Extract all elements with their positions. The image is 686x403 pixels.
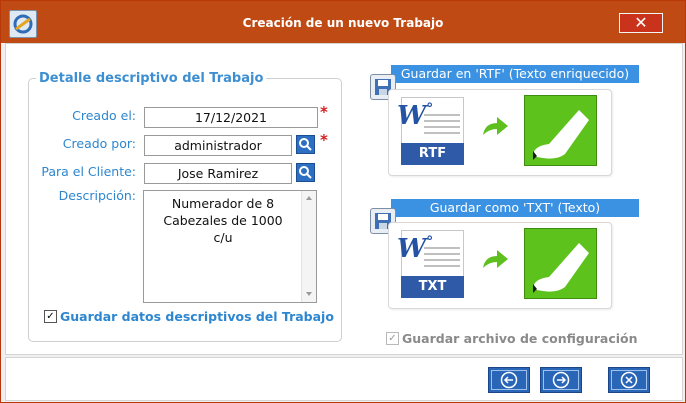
save-config-label: Guardar archivo de configuración xyxy=(402,331,638,346)
description-textarea[interactable]: Numerador de 8 Cabezales de 1000 c/u xyxy=(143,190,317,303)
save-details-checkbox[interactable]: ✓ xyxy=(44,310,57,323)
x-circle-icon xyxy=(620,371,638,389)
arrow-left-icon xyxy=(500,371,518,389)
description-scrollbar[interactable] xyxy=(301,191,316,302)
button-bar xyxy=(5,357,683,401)
created-on-field[interactable]: 17/12/2021 xyxy=(144,107,318,128)
rtf-header: Guardar en 'RTF' (Texto enriquecido) xyxy=(391,65,639,83)
word-document-icon: W° RTF xyxy=(397,97,464,165)
rtf-label: RTF xyxy=(401,143,464,165)
dialog-window: Creación de un nuevo Trabajo ✕ Detalle d… xyxy=(0,0,686,403)
txt-label: TXT xyxy=(401,276,464,298)
client-field[interactable]: Jose Ramirez xyxy=(144,163,292,184)
doc-w-glyph: W° xyxy=(397,101,434,131)
cancel-button[interactable] xyxy=(608,367,650,393)
client-label: Para el Cliente: xyxy=(41,164,136,179)
txt-export-panel[interactable]: W° TXT xyxy=(388,222,612,309)
created-by-label: Creado por: xyxy=(62,136,136,151)
editor-icon xyxy=(524,95,597,166)
search-icon[interactable] xyxy=(296,135,315,154)
close-button[interactable]: ✕ xyxy=(619,13,663,33)
details-legend: Detalle descriptivo del Trabajo xyxy=(36,71,267,86)
word-document-icon: W° TXT xyxy=(397,230,464,298)
required-mark: * xyxy=(320,131,328,149)
back-button[interactable] xyxy=(488,367,530,393)
save-details-label[interactable]: Guardar datos descriptivos del Trabajo xyxy=(60,309,334,324)
created-on-label: Creado el: xyxy=(72,108,136,123)
window-title: Creación de un nuevo Trabajo xyxy=(242,16,444,30)
description-text: Numerador de 8 Cabezales de 1000 c/u xyxy=(163,196,283,245)
arrow-right-icon xyxy=(552,371,570,389)
title-bar[interactable]: Creación de un nuevo Trabajo ✕ xyxy=(1,1,685,43)
created-by-field[interactable]: administrador xyxy=(144,135,292,156)
next-button[interactable] xyxy=(540,367,582,393)
search-icon[interactable] xyxy=(296,163,315,182)
main-content: Detalle descriptivo del Trabajo Creado e… xyxy=(5,43,683,355)
rtf-export-panel[interactable]: W° RTF xyxy=(388,89,612,176)
editor-icon xyxy=(524,228,597,299)
arrow-right-icon xyxy=(483,117,508,135)
doc-w-glyph: W° xyxy=(397,234,434,264)
arrow-right-icon xyxy=(483,250,508,268)
description-label: Descripción: xyxy=(58,188,136,203)
txt-header: Guardar como 'TXT' (Texto) xyxy=(391,199,639,217)
required-mark: * xyxy=(320,103,328,121)
save-config-checkbox[interactable]: ✓ xyxy=(386,332,399,345)
